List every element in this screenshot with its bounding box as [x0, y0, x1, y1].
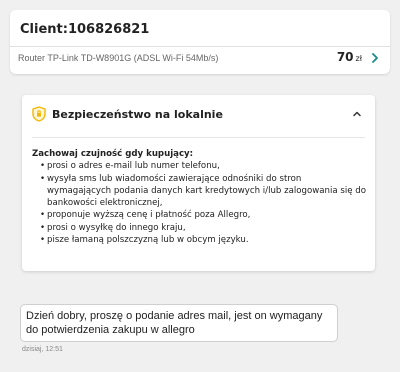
- warning-item: pisze łamaną polszczyzną lub w obcym jęz…: [40, 234, 367, 247]
- product-name: Router TP-Link TD-W8901G (ADSL Wi-Fi 54M…: [18, 53, 219, 63]
- safety-title: Bezpieczeństwo na lokalnie: [52, 108, 223, 121]
- chevron-right-icon[interactable]: [368, 51, 382, 65]
- price-value: 70: [336, 50, 354, 64]
- safety-card: Bezpieczeństwo na lokalnie Zachowaj czuj…: [22, 95, 375, 271]
- price-currency: zł: [355, 54, 362, 63]
- chevron-up-icon[interactable]: [351, 109, 363, 119]
- warning-item: prosi o wysyłkę do innego kraju,: [40, 222, 367, 235]
- warning-list: prosi o adres e-mail lub numer telefonu,…: [32, 160, 367, 246]
- warning-item: prosi o adres e-mail lub numer telefonu,: [40, 160, 367, 173]
- safety-divider: [32, 137, 365, 138]
- message-timestamp: dzisiaj, 12:51: [22, 346, 63, 353]
- product-price: 70 zł: [337, 50, 362, 64]
- safety-body: Zachowaj czujność gdy kupujący: prosi o …: [32, 148, 367, 247]
- safety-toggle[interactable]: Bezpieczeństwo na lokalnie: [22, 95, 375, 135]
- product-row[interactable]: Router TP-Link TD-W8901G (ADSL Wi-Fi 54M…: [10, 47, 390, 74]
- warning-heading: Zachowaj czujność gdy kupujący:: [32, 149, 194, 159]
- warning-item: proponuje wyższą cenę i płatność poza Al…: [40, 209, 367, 222]
- client-title: Client:106826821: [20, 22, 150, 37]
- shield-icon: [32, 106, 46, 122]
- chat-message: Dzień dobry, proszę o podanie adres mail…: [20, 304, 338, 342]
- order-header-card: Client:106826821 Router TP-Link TD-W8901…: [10, 10, 390, 74]
- warning-item: wysyła sms lub wiadomości zawierające od…: [40, 173, 367, 210]
